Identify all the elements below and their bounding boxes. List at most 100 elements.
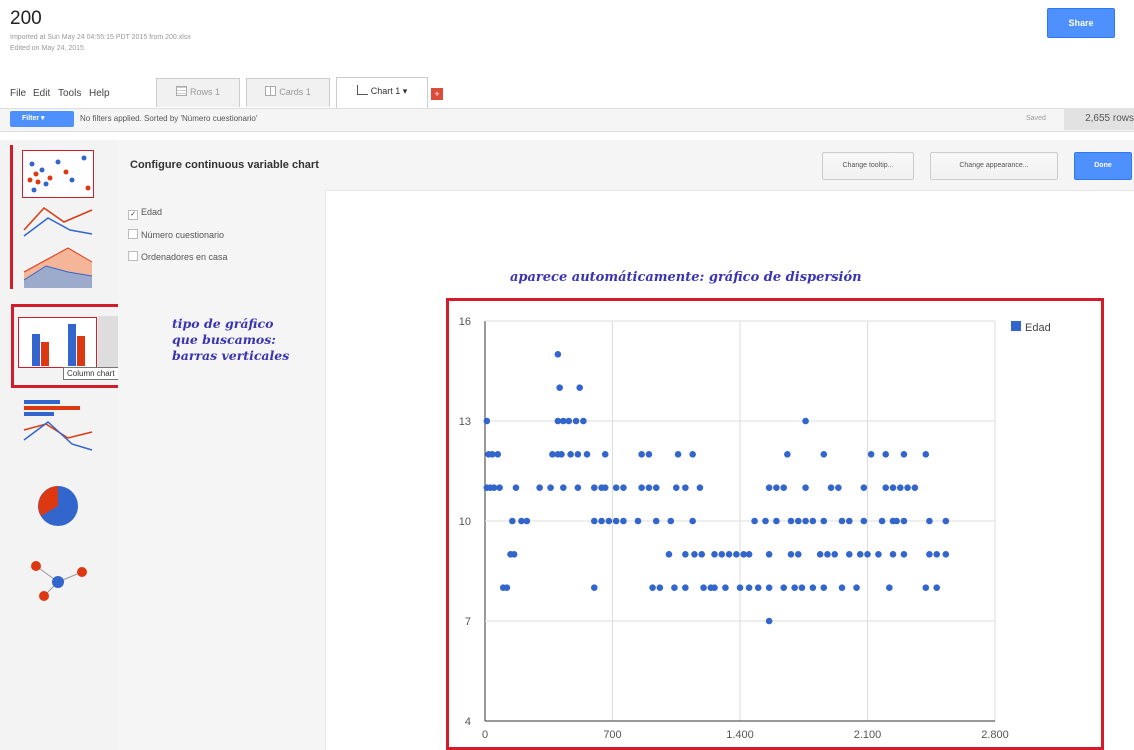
scatter-points [483,351,950,625]
data-point [856,551,864,558]
column-chart-tooltip: Column chart [63,367,119,380]
data-point [682,551,689,558]
data-point [845,517,853,525]
legend-swatch [1011,321,1021,331]
data-point [754,584,762,591]
data-point [612,517,620,525]
column-chart-type[interactable] [18,312,128,370]
menu-help[interactable]: Help [89,88,110,99]
change-appearance-button[interactable]: Change appearance... [930,152,1058,180]
tab-rows-label: Rows 1 [189,87,220,97]
data-point [645,451,653,458]
tab-cards[interactable]: Cards 1 [246,78,330,107]
data-point [560,484,567,491]
filter-status: No filters applied. Sorted by 'Número cu… [80,114,258,123]
y-tick-label: 4 [465,716,471,728]
data-point [802,517,809,525]
data-point [558,451,565,458]
filter-button[interactable]: Filter ▾ [10,111,74,127]
x-tick-label: 1.400 [726,729,754,741]
checkbox-icon [128,229,138,239]
data-point [554,351,562,358]
scatter-chart-type[interactable] [22,150,94,198]
line-chart-type-2[interactable] [22,410,94,458]
data-point [565,417,573,425]
data-point [933,584,941,591]
data-point [745,584,753,591]
data-point [638,451,645,458]
data-point [707,584,715,591]
data-point [503,584,511,591]
data-point [598,517,605,525]
data-point [674,451,682,458]
data-point [853,584,860,591]
tab-chart-label: Chart 1 ▾ [370,86,408,96]
data-point [882,484,890,491]
data-point [620,484,627,491]
data-point [547,484,554,491]
share-button[interactable]: Share [1047,8,1115,38]
data-point [656,584,664,591]
data-point [574,484,582,491]
rows-icon [175,86,187,96]
data-point [882,451,890,458]
data-point [900,551,908,558]
data-point [867,451,875,458]
data-point [574,451,582,458]
data-point [820,451,828,458]
data-point [878,517,886,525]
data-point [838,584,846,591]
tab-rows[interactable]: Rows 1 [156,78,240,107]
cards-icon [265,86,277,96]
tab-cards-label: Cards 1 [279,87,311,97]
data-point [494,451,502,458]
area-chart-type[interactable] [22,242,94,290]
data-point [711,551,718,558]
data-point [827,484,835,491]
x-tick-label: 0 [482,729,488,741]
scatter-chart: 0 700 1.400 2.100 2.800 4 7 10 13 16 Edad [459,316,1051,741]
checkbox-icon [128,251,138,261]
menu-tools[interactable]: Tools [58,88,81,99]
data-point [667,517,675,525]
data-point [762,517,769,525]
annotation-line: que buscamos: [172,332,276,347]
data-point [733,551,740,558]
data-point [567,451,574,458]
variable-numero-cuestionario[interactable]: Número cuestionario [128,229,224,240]
annotation-line: barras verticales [172,348,290,363]
add-tab-button[interactable]: + [431,88,443,100]
data-point [896,484,904,491]
data-point [765,484,773,491]
data-point [483,417,491,425]
line-chart-type[interactable] [22,198,94,246]
data-point [787,517,795,525]
data-point [496,484,503,491]
variable-ordenadores[interactable]: Ordenadores en casa [128,251,228,262]
y-tick-label: 16 [459,316,471,328]
data-point [736,584,744,591]
x-tick-label: 700 [603,729,621,741]
data-point [875,551,882,558]
data-point [765,551,773,558]
variables-panel [118,190,326,750]
data-point [638,484,645,491]
data-point [645,484,653,491]
change-tooltip-button[interactable]: Change tooltip... [822,152,914,180]
grid [484,320,996,722]
variable-edad[interactable]: ✓ Edad [128,207,162,220]
selected-category-marker [10,145,13,289]
pie-chart-type[interactable] [22,482,94,530]
data-point [583,451,591,458]
imported-info: Imported at Sun May 24 04:55:15 PDT 2015… [10,34,191,41]
menu-file[interactable]: File [10,88,26,99]
done-button[interactable]: Done [1074,152,1132,180]
x-tick-label: 2.800 [981,729,1009,741]
data-point [672,484,680,491]
menu-edit[interactable]: Edit [33,88,50,99]
tab-chart[interactable]: Chart 1 ▾ [336,77,428,108]
data-point [652,517,660,525]
data-point [926,517,933,525]
network-graph-type[interactable] [22,556,94,604]
saved-status: Saved [1026,115,1046,122]
